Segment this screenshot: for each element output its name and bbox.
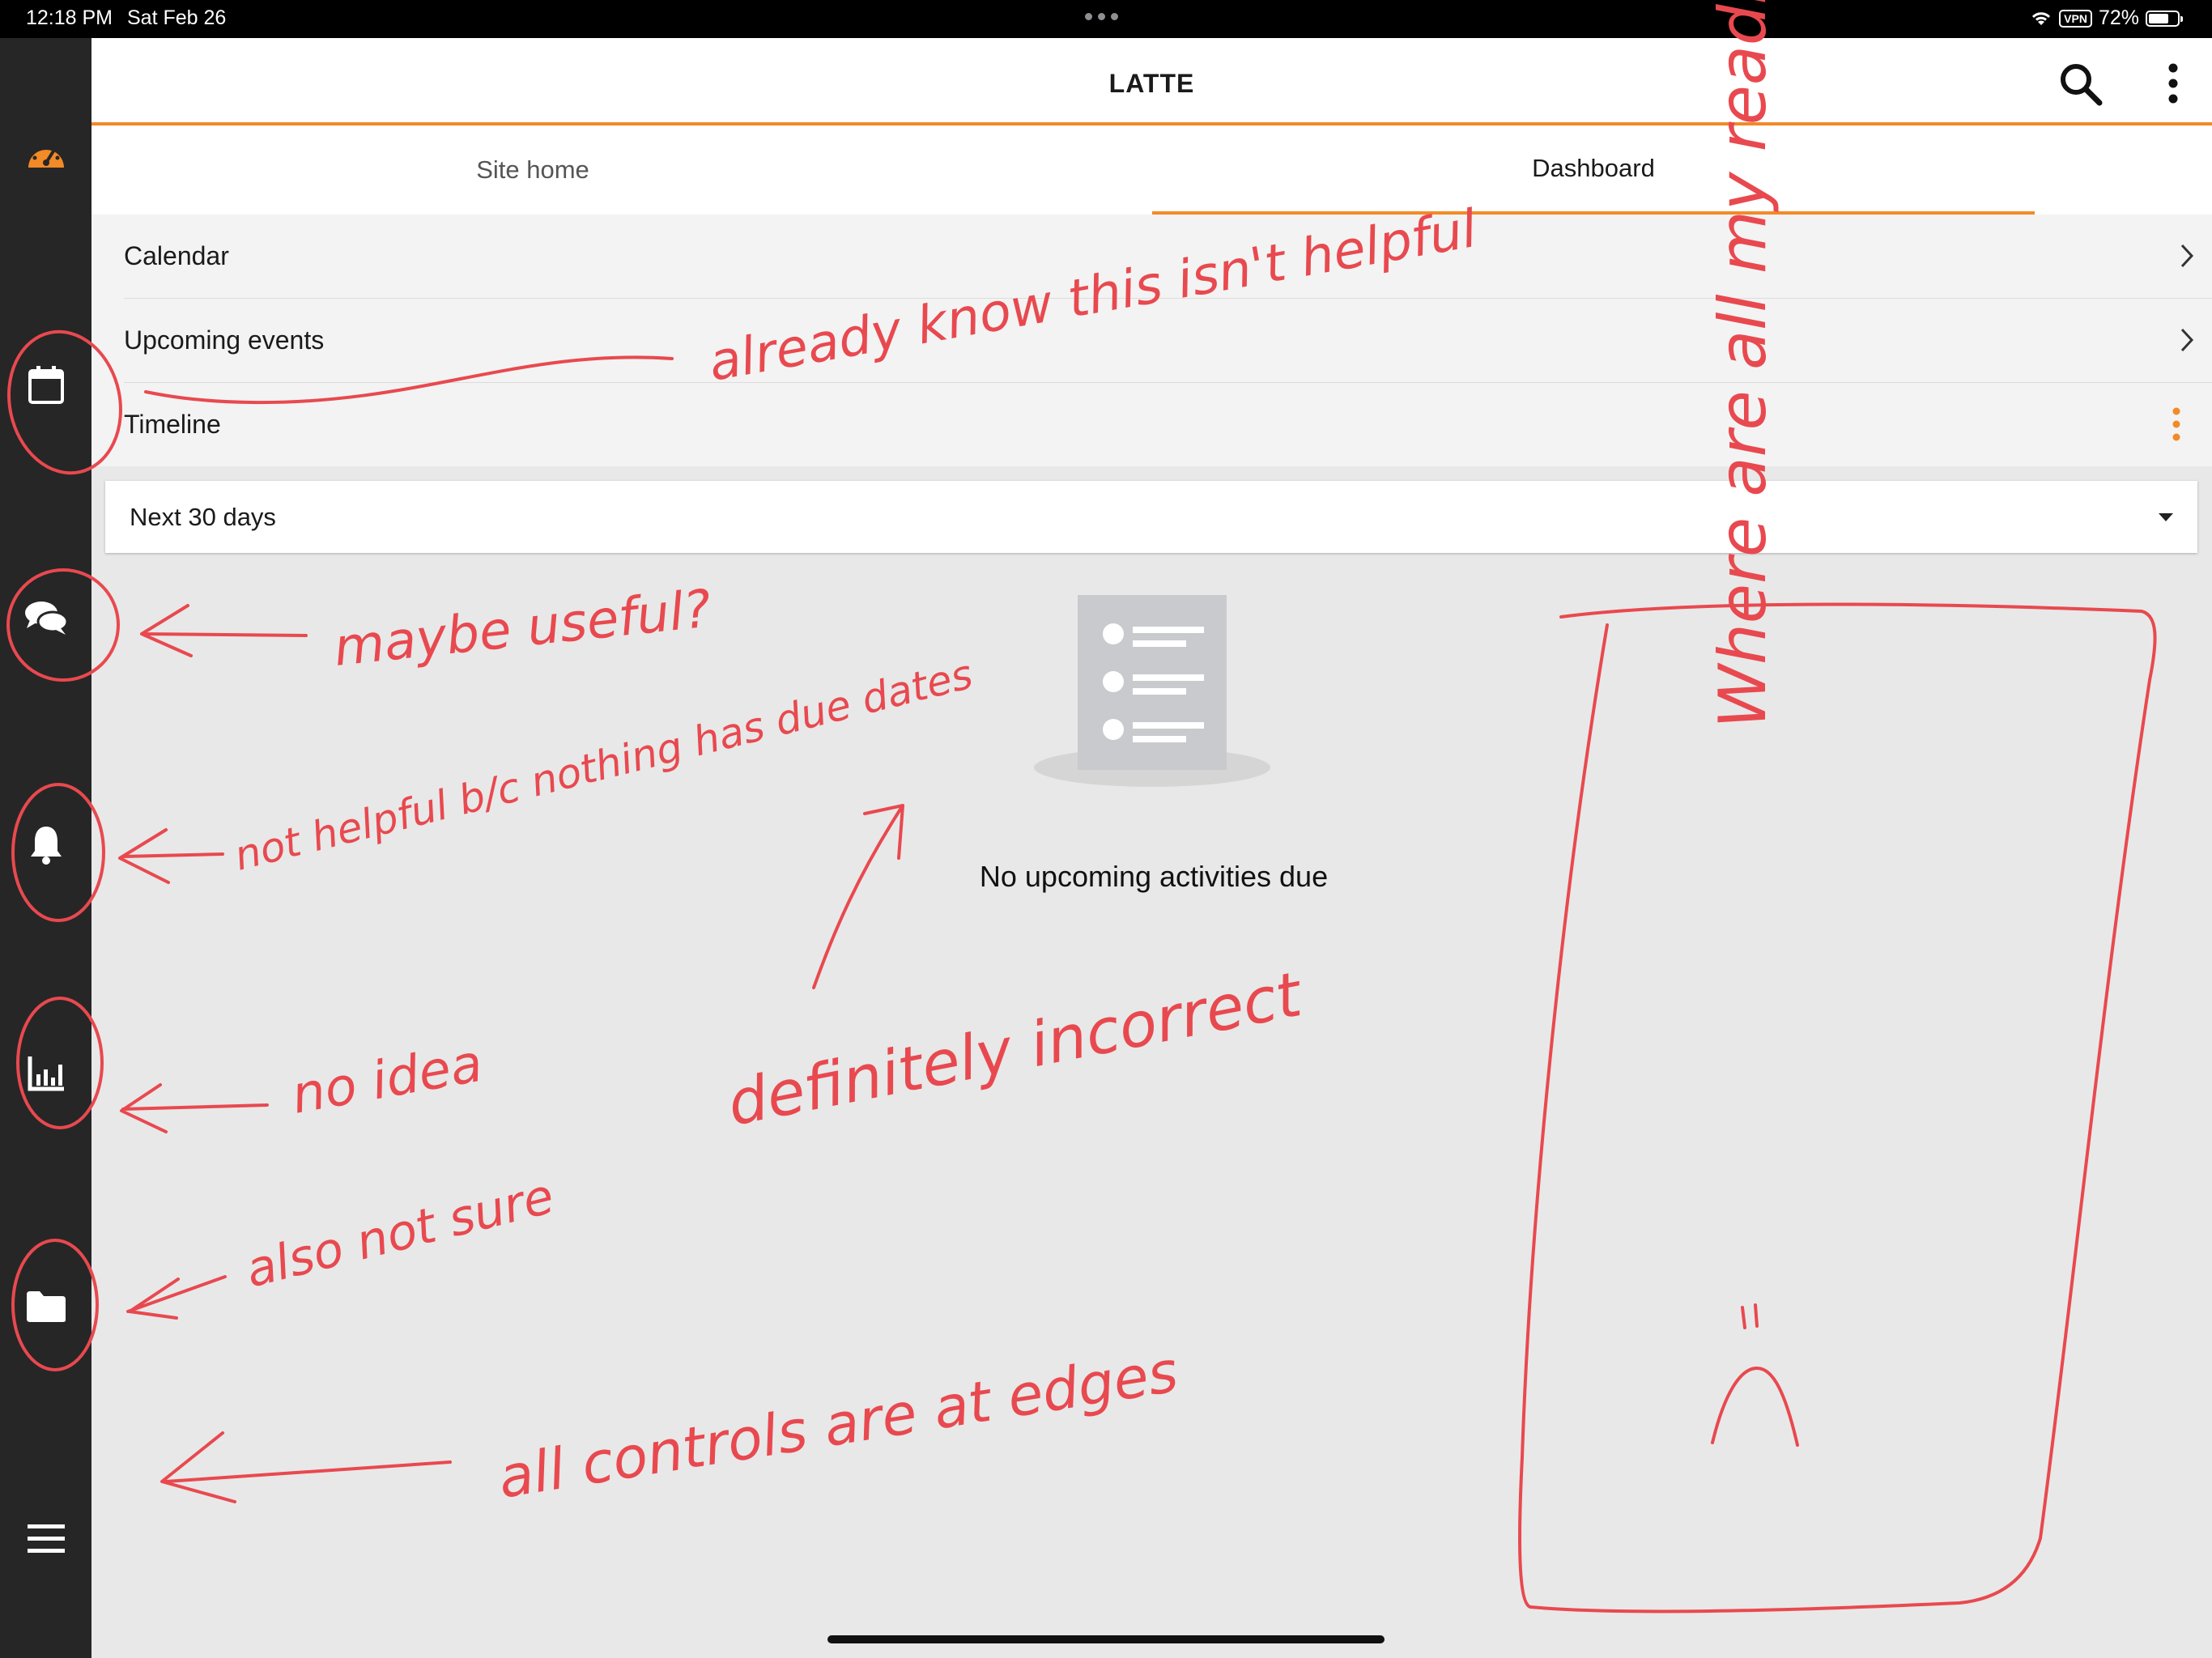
annotation-note-maybe-useful: maybe useful? [331,579,714,678]
battery-percent: 72% [2098,6,2139,29]
block-label: Upcoming events [124,325,325,355]
chat-bubbles-icon[interactable] [0,599,91,636]
app-header: LATTE [91,38,2212,125]
annotation-arrow-bell [118,828,224,884]
block-label: Calendar [124,241,229,270]
annotation-arrow-chart [120,1083,269,1133]
chevron-right-icon [2180,328,2194,352]
chevron-right-icon [2180,244,2194,268]
tab-site-home[interactable]: Site home [91,125,974,215]
status-date: Sat Feb 26 [127,6,227,29]
annotation-arrow-empty [812,804,904,989]
home-indicator[interactable] [827,1635,1385,1643]
vpn-badge: VPN [2059,9,2092,28]
annotation-note-no-idea: no idea [287,1034,487,1126]
bell-icon[interactable] [0,823,91,865]
caret-down-icon [2159,513,2173,521]
folder-icon[interactable] [0,1290,91,1324]
tab-dashboard[interactable]: Dashboard [1152,125,2035,215]
annotation-sad-face [1711,1303,1799,1447]
timeline-range-select[interactable]: Next 30 days [105,481,2197,553]
block-timeline: Timeline [124,383,2212,466]
block-upcoming-events[interactable]: Upcoming events [124,299,2212,383]
bar-chart-icon[interactable] [0,1055,91,1092]
block-calendar[interactable]: Calendar [124,215,2212,299]
dashboard-gauge-icon[interactable] [0,135,91,171]
annotation-note-all-controls: all controls are at edges [494,1338,1182,1511]
multitasking-dots-icon[interactable] [1085,13,1118,20]
timeline-options-icon[interactable] [2172,407,2181,441]
dashboard-blocks: Calendar Upcoming events Timeline [91,215,2212,466]
more-options-icon[interactable] [2167,62,2180,108]
status-bar: 12:18 PM Sat Feb 26 VPN 72% [0,0,2212,38]
annotation-note-definitely-incorrect: definitely incorrect [721,958,1309,1140]
empty-list-illustration [1034,595,1270,787]
annotation-note-also-not-sure: also not sure [240,1168,559,1299]
wifi-icon [2032,11,2051,25]
status-indicators: VPN 72% [2030,6,2183,30]
empty-state-message: No upcoming activities due [979,860,1329,893]
calendar-icon[interactable] [0,364,91,405]
annotation-note-not-helpful: not helpful b/c nothing has due dates [230,651,977,880]
sidebar [0,38,91,1658]
status-time: 12:18 PM [26,6,113,29]
hamburger-menu-icon[interactable] [0,1523,91,1554]
block-label: Timeline [124,410,221,439]
page-title: LATTE [1108,69,1195,98]
timeline-range-value: Next 30 days [130,503,276,531]
battery-icon [2146,10,2183,27]
annotation-box [1518,602,2157,1613]
annotation-arrow-edges [160,1431,452,1503]
search-icon[interactable] [2057,61,2103,110]
annotation-arrow-folder [126,1275,227,1320]
annotation-arrow-chat [140,604,308,657]
tab-bar: Site home Dashboard [91,125,2212,215]
